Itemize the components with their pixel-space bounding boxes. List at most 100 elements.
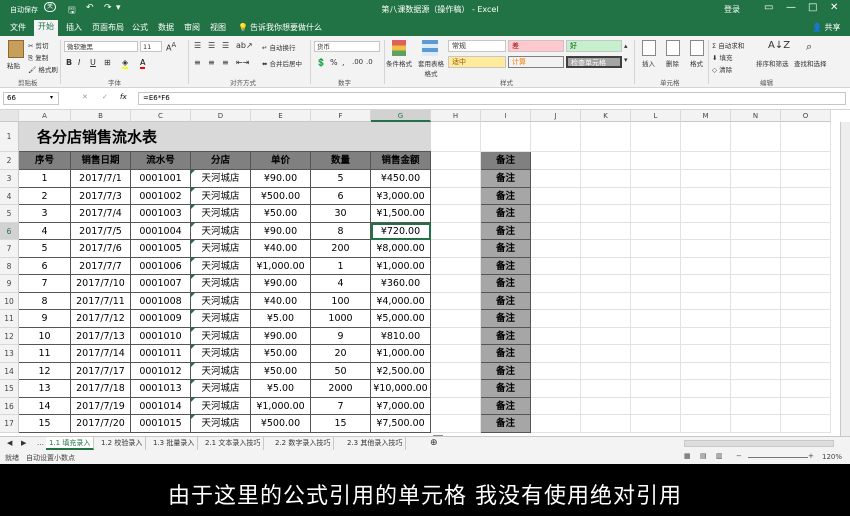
grid-cell[interactable] [681,152,731,170]
table-cell[interactable]: ¥1,500.00 [371,205,431,223]
find-select-icon[interactable]: ⌕ [806,40,812,54]
grid-cell[interactable] [531,345,581,363]
grid-cell[interactable] [431,397,481,415]
table-cell[interactable]: 9 [19,310,71,328]
close-icon[interactable]: ✕ [830,2,838,13]
table-cell[interactable]: 30 [311,205,371,223]
note-cell[interactable]: 备注 [481,170,531,188]
confirm-formula-icon[interactable]: ✓ [102,93,108,101]
table-cell[interactable]: 天河城店 [191,257,251,275]
column-header[interactable]: D [191,110,251,122]
table-cell[interactable]: ¥450.00 [371,170,431,188]
grid-cell[interactable] [431,170,481,188]
table-cell[interactable]: 12 [19,362,71,380]
grid-cell[interactable] [731,292,781,310]
grid-cell[interactable] [431,240,481,258]
grid-cell[interactable] [431,310,481,328]
table-cell[interactable]: 7 [19,275,71,293]
row-header[interactable]: 8 [0,257,19,275]
clear-button[interactable]: ◇ 清除 [712,64,732,74]
table-cell[interactable]: 2017/7/7 [71,257,131,275]
grid-cell[interactable] [581,310,631,328]
format-cells-icon[interactable] [690,40,704,56]
grid-cell[interactable] [631,187,681,205]
row-header[interactable]: 6 [0,222,19,240]
row-header[interactable]: 9 [0,275,19,293]
fill-button[interactable]: ⬇ 填充 [712,52,733,62]
grid-cell[interactable] [631,327,681,345]
row-header[interactable]: 1 [0,122,19,152]
tab-page-layout[interactable]: 页面布局 [88,21,128,36]
currency-icon[interactable]: 💲 [316,58,326,67]
error-indicator-icon[interactable] [191,240,195,244]
table-header-cell[interactable]: 序号 [19,152,71,170]
note-cell[interactable]: 备注 [481,310,531,328]
grid-cell[interactable] [781,415,831,433]
table-cell[interactable]: 天河城店 [191,187,251,205]
quick-access-dropdown-icon[interactable]: ▾ [116,3,121,13]
font-color-icon[interactable]: A [140,58,146,69]
grid-cell[interactable] [681,415,731,433]
font-name-select[interactable]: 微软雅黑 [64,41,138,52]
grid-cell[interactable] [631,345,681,363]
table-cell[interactable]: 0001006 [131,257,191,275]
error-indicator-icon[interactable] [191,380,195,384]
note-cell[interactable]: 备注 [481,380,531,398]
style-check-cell[interactable]: 检查单元格 [566,56,622,68]
grid-cell[interactable] [731,257,781,275]
table-cell[interactable]: 0001004 [131,222,191,240]
delete-cells-label[interactable]: 删除 [666,58,679,68]
table-cell[interactable]: ¥2,500.00 [371,362,431,380]
page-break-view-icon[interactable]: ▥ [716,452,723,460]
table-cell[interactable]: 0001012 [131,362,191,380]
table-cell[interactable]: 0001002 [131,187,191,205]
grid-cell[interactable] [531,292,581,310]
grid-cell[interactable] [731,240,781,258]
table-cell[interactable]: 0001015 [131,415,191,433]
align-middle-icon[interactable]: ☰ [208,41,215,50]
table-cell[interactable]: 2017/7/18 [71,380,131,398]
table-cell[interactable]: 2017/7/1 [71,170,131,188]
row-header[interactable]: 7 [0,240,19,258]
table-cell[interactable]: 0001003 [131,205,191,223]
copy-button[interactable]: ⎘ 复制 [28,52,48,63]
column-header[interactable]: A [19,110,71,122]
align-right-icon[interactable]: ≡ [222,58,229,67]
grid-cell[interactable] [631,170,681,188]
table-cell[interactable]: 天河城店 [191,170,251,188]
table-cell[interactable]: ¥500.00 [251,187,311,205]
style-neutral[interactable]: 适中 [448,56,506,68]
table-cell[interactable]: 0001001 [131,170,191,188]
grid-cell[interactable] [481,122,531,152]
grid-cell[interactable] [731,275,781,293]
underline-icon[interactable]: U [90,58,96,67]
tell-me-search[interactable]: 告诉我你想要做什么 [246,21,326,36]
grid-cell[interactable] [681,170,731,188]
align-left-icon[interactable]: ≡ [194,58,201,67]
decrease-decimal-icon[interactable]: .0 [366,58,373,66]
grid-cell[interactable] [781,362,831,380]
grid-cell[interactable] [431,292,481,310]
grid-cell[interactable] [631,275,681,293]
row-header[interactable]: 4 [0,187,19,205]
style-calculation[interactable]: 计算 [508,56,564,68]
format-as-table-label[interactable]: 套用表格格式 [416,58,446,78]
sort-filter-icon[interactable]: A↓Z [768,40,790,51]
table-cell[interactable]: 15 [19,415,71,433]
grid-cell[interactable] [781,275,831,293]
table-cell[interactable]: ¥50.00 [251,205,311,223]
table-cell[interactable]: 1 [311,257,371,275]
grid-cell[interactable] [631,380,681,398]
grid-cell[interactable] [431,362,481,380]
tab-formulas[interactable]: 公式 [128,21,152,36]
table-cell[interactable]: 天河城店 [191,240,251,258]
grid-cell[interactable] [431,327,481,345]
table-cell[interactable]: ¥5,000.00 [371,310,431,328]
table-header-cell[interactable]: 流水号 [131,152,191,170]
grid-cell[interactable] [631,310,681,328]
table-cell[interactable]: 0001010 [131,327,191,345]
delete-cells-icon[interactable] [666,40,680,56]
name-box-dropdown-icon[interactable]: ▾ [50,94,53,101]
table-cell[interactable]: 0001011 [131,345,191,363]
table-cell[interactable]: 天河城店 [191,205,251,223]
